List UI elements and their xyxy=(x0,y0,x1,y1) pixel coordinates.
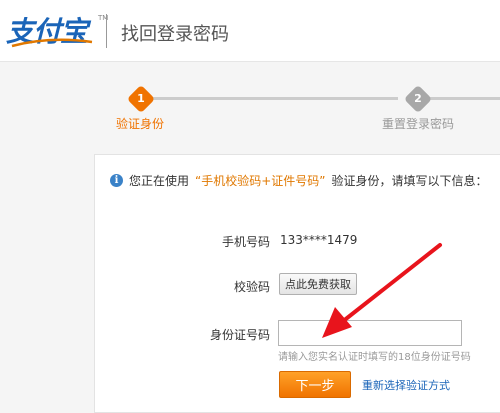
progress-steps: 1 验证身份 2 重置登录密码 xyxy=(0,62,500,132)
phone-label: 手机号码 xyxy=(221,235,270,249)
change-verification-method-link[interactable]: 重新选择验证方式 xyxy=(362,377,450,393)
step-2-label: 重置登录密码 xyxy=(382,117,455,131)
page-title: 找回登录密码 xyxy=(121,24,229,45)
info-icon: i xyxy=(110,174,123,187)
get-sms-code-button[interactable]: 点此免费获取 xyxy=(279,273,357,295)
id-number-label: 身份证号码 xyxy=(209,328,270,342)
step-2-number: 2 xyxy=(414,92,422,105)
header-bar: 支付宝 TM 找回登录密码 xyxy=(0,0,500,62)
id-number-hint: 请输入您实名认证时填写的18位身份证号码 xyxy=(278,352,471,363)
code-label: 校验码 xyxy=(233,280,270,294)
notice-prefix: 您正在使用 xyxy=(129,174,190,188)
verification-notice: i 您正在使用 “手机校验码+证件号码” 验证身份，请填写以下信息： xyxy=(110,172,488,189)
notice-suffix: 验证身份，请填写以下信息： xyxy=(331,174,488,188)
id-number-input[interactable] xyxy=(278,320,462,346)
alipay-logo[interactable]: 支付宝 TM xyxy=(6,12,108,48)
step-1-label: 验证身份 xyxy=(116,117,165,131)
step-connector-left xyxy=(150,97,398,100)
header-divider xyxy=(106,14,107,48)
step-connector-right xyxy=(428,97,500,100)
logo-swoosh-icon xyxy=(11,38,93,48)
step-1-number: 1 xyxy=(137,92,145,105)
next-step-button[interactable]: 下一步 xyxy=(279,371,351,398)
phone-value: 133****1479 xyxy=(280,233,358,247)
notice-method: “手机校验码+证件号码” xyxy=(195,174,326,188)
